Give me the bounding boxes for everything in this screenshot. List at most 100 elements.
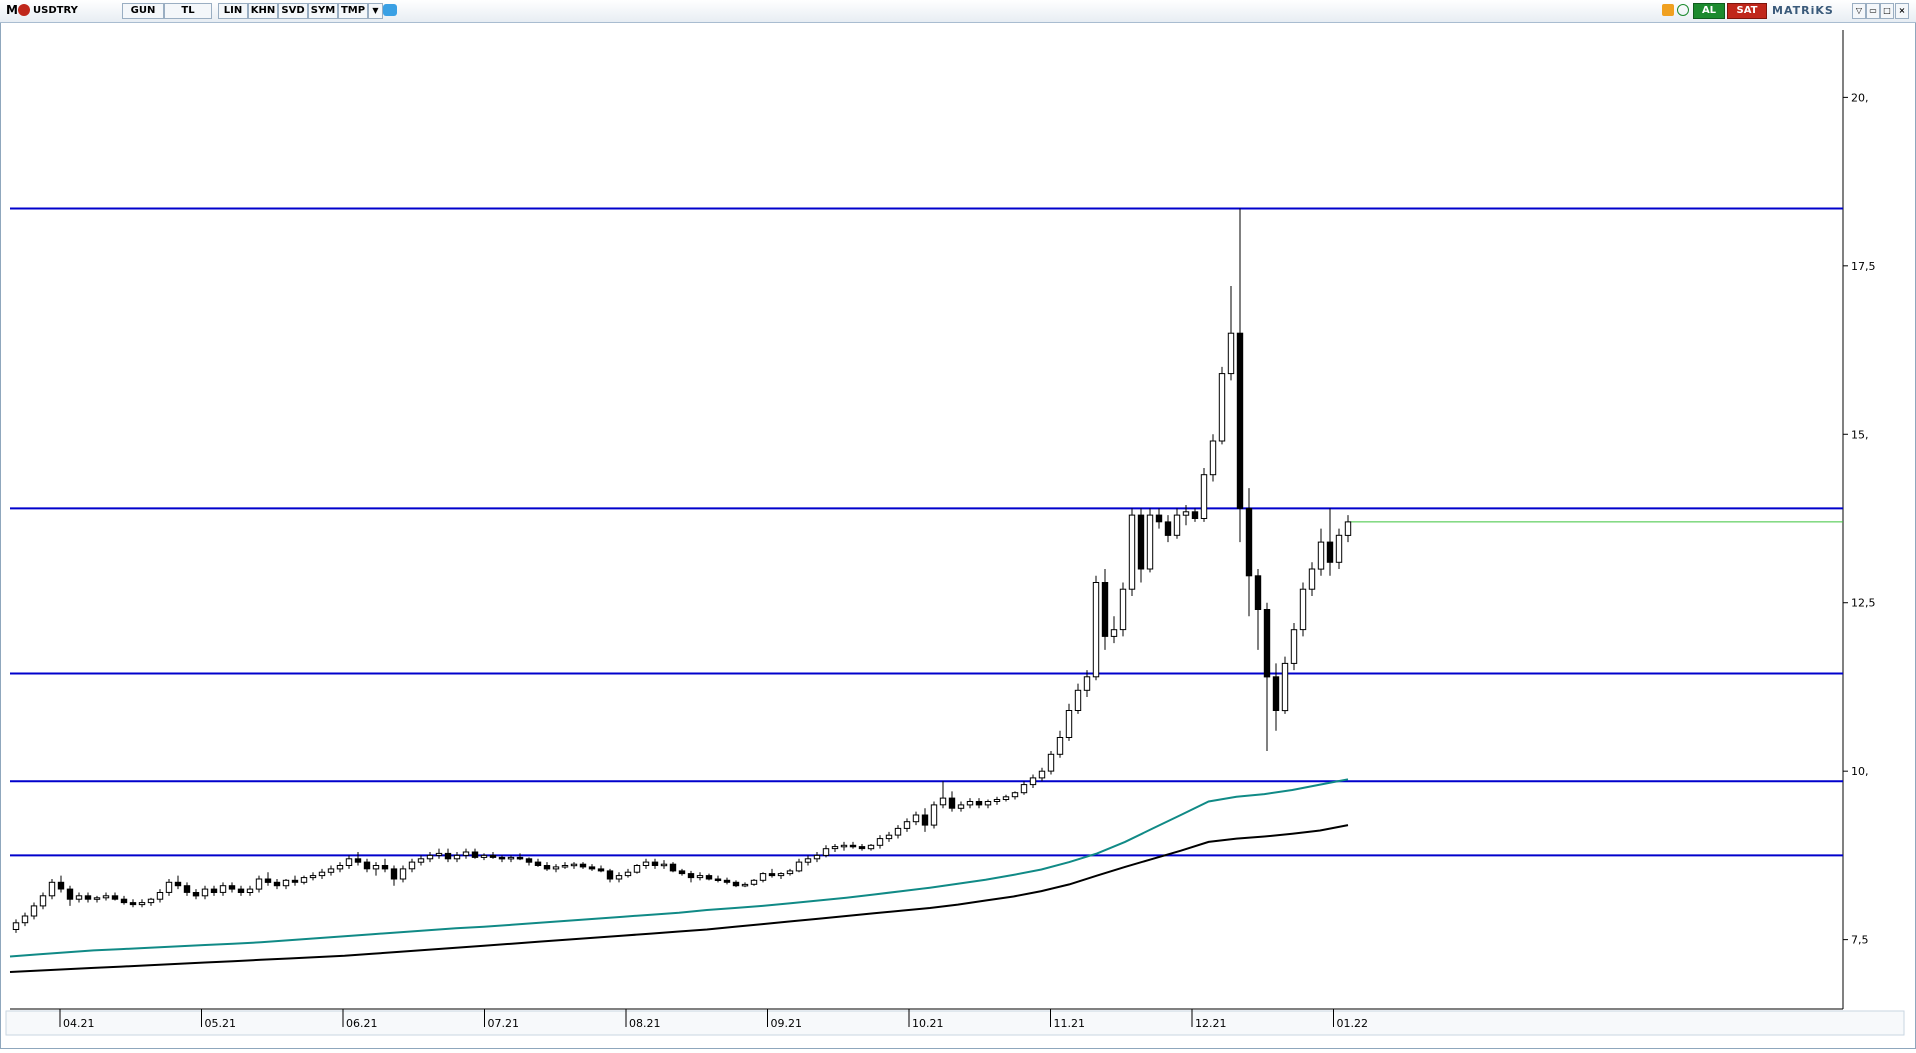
- candle-body: [561, 865, 569, 868]
- candle-body: [300, 877, 308, 883]
- refresh-icon[interactable]: [1677, 4, 1689, 16]
- candle-body: [1245, 507, 1253, 577]
- candle-body: [1137, 514, 1145, 570]
- candle-body: [1344, 521, 1352, 536]
- candle-body: [1236, 332, 1244, 509]
- candle-body: [75, 895, 83, 900]
- plot-background: [10, 30, 1843, 1007]
- x-tick-label: 01.22: [1337, 1017, 1369, 1030]
- candle-body: [480, 854, 488, 858]
- candle-body: [705, 875, 713, 880]
- candle-body: [1272, 676, 1280, 711]
- candle-body: [885, 834, 893, 840]
- candle-body: [318, 871, 326, 877]
- candle-body: [984, 801, 992, 806]
- candle-body: [219, 885, 227, 893]
- chart-area: 20, 17,5 15, 12,5 10, 7,5 04.21 05.21 06.21 07.21…: [0, 22, 1916, 1049]
- candle-body: [1002, 796, 1010, 800]
- candle-body: [1065, 710, 1073, 738]
- x-tick-label: 06.21: [346, 1017, 378, 1030]
- candle-body: [1308, 568, 1316, 590]
- candle-body: [111, 895, 119, 900]
- candle-body: [1110, 629, 1118, 637]
- candle-body: [903, 821, 911, 829]
- candle-body: [237, 888, 245, 893]
- candle-body: [120, 898, 128, 904]
- candle-body: [822, 848, 830, 856]
- sell-button[interactable]: SAT: [1727, 3, 1767, 19]
- candle-body: [588, 866, 596, 870]
- x-tick-label: 08.21: [629, 1017, 661, 1030]
- candle-body: [1317, 541, 1325, 570]
- candle-body: [309, 875, 317, 879]
- candle-body: [786, 870, 794, 875]
- candle-body: [948, 797, 956, 809]
- y-tick-label: 15,: [1851, 428, 1869, 441]
- candle-body: [84, 895, 92, 900]
- candle-body: [849, 844, 857, 848]
- matriks-logo: M: [6, 3, 18, 17]
- candle-body: [201, 888, 209, 897]
- template-button[interactable]: TMP: [338, 3, 368, 19]
- candle-body: [1101, 582, 1109, 637]
- currency-button[interactable]: TL: [164, 3, 212, 19]
- candle-body: [1020, 784, 1028, 794]
- dropdown-arrow-icon[interactable]: ▼: [368, 3, 383, 19]
- price-chart[interactable]: 20, 17,5 15, 12,5 10, 7,5 04.21 05.21 06.21 07.21…: [0, 22, 1916, 1049]
- candle-body: [930, 804, 938, 826]
- restore-icon[interactable]: ▭: [1866, 3, 1880, 19]
- candle-body: [417, 858, 425, 863]
- lightning-icon[interactable]: [1662, 4, 1674, 16]
- minimize-icon[interactable]: ▽: [1852, 3, 1866, 19]
- candle-body: [453, 854, 461, 860]
- candle-body: [273, 881, 281, 887]
- candle-body: [678, 870, 686, 875]
- volume-button[interactable]: SVD: [278, 3, 308, 19]
- y-tick-label: 12,5: [1851, 597, 1876, 610]
- symbol-button[interactable]: SYM: [308, 3, 338, 19]
- y-tick-label: 20,: [1851, 91, 1869, 104]
- candle-body: [12, 922, 20, 930]
- candle-body: [840, 844, 848, 848]
- candle-body: [921, 814, 929, 826]
- twitter-icon[interactable]: [383, 4, 397, 16]
- buy-button[interactable]: AL: [1693, 3, 1725, 19]
- candle-body: [741, 883, 749, 887]
- candle-body: [723, 879, 731, 883]
- symbol-label[interactable]: USDTRY: [33, 3, 78, 18]
- x-tick-label: 04.21: [63, 1017, 95, 1030]
- candle-body: [129, 902, 137, 906]
- candle-body: [993, 799, 1001, 802]
- linear-button[interactable]: LIN: [218, 3, 248, 19]
- candle-button[interactable]: KHN: [248, 3, 278, 19]
- candle-body: [246, 888, 254, 893]
- candle-body: [1218, 373, 1226, 442]
- y-tick-label: 7,5: [1851, 934, 1869, 947]
- close-icon[interactable]: ×: [1895, 3, 1909, 19]
- x-tick-label: 07.21: [488, 1017, 520, 1030]
- candle-body: [570, 863, 578, 867]
- candle-body: [462, 851, 470, 856]
- candle-body: [1092, 582, 1100, 678]
- candle-body: [1119, 588, 1127, 631]
- candle-body: [408, 861, 416, 870]
- candle-body: [975, 801, 983, 806]
- maximize-icon[interactable]: □: [1880, 3, 1894, 19]
- candle-body: [336, 865, 344, 870]
- candle-body: [147, 898, 155, 904]
- candle-body: [777, 873, 785, 877]
- candle-body: [1056, 737, 1064, 755]
- x-axis-band: [5, 1010, 1905, 1036]
- candle-body: [1164, 521, 1172, 536]
- y-tick-label: 10,: [1851, 765, 1869, 778]
- candle-body: [165, 881, 173, 893]
- candle-body: [48, 881, 56, 897]
- candle-body: [1299, 588, 1307, 631]
- candle-body: [291, 879, 299, 883]
- candle-body: [813, 854, 821, 860]
- period-button[interactable]: GUN: [122, 3, 164, 19]
- candle-body: [228, 885, 236, 890]
- candle-body: [579, 863, 587, 868]
- candle-body: [1335, 534, 1343, 563]
- candle-body: [1263, 609, 1271, 678]
